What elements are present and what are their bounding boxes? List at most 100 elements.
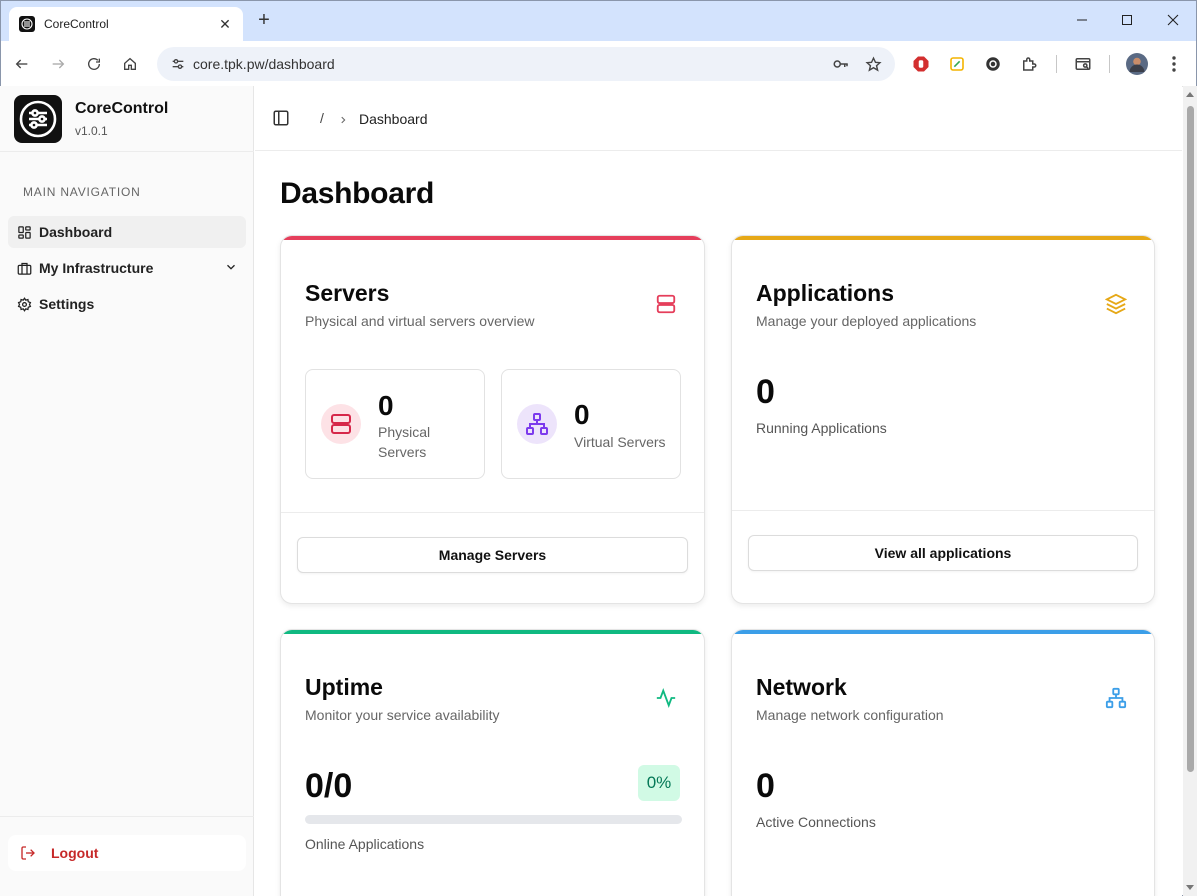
- card-subtitle: Manage your deployed applications: [756, 313, 977, 329]
- scroll-thumb[interactable]: [1187, 106, 1194, 772]
- network-tree-icon: [1104, 686, 1128, 710]
- uptime-card: Uptime Monitor your service availability…: [280, 629, 705, 896]
- site-info-icon[interactable]: [163, 56, 193, 72]
- uptime-percent-badge: 0%: [638, 765, 680, 801]
- scroll-up-icon[interactable]: [1186, 92, 1194, 97]
- active-connections-count: 0: [756, 767, 775, 805]
- forward-button[interactable]: [46, 52, 70, 76]
- profile-avatar[interactable]: [1126, 53, 1148, 75]
- tab-strip: CoreControl ✕ +: [1, 1, 1196, 41]
- tab-title: CoreControl: [44, 17, 109, 31]
- activity-icon: [654, 686, 678, 710]
- bookmark-star-icon[interactable]: [857, 55, 889, 73]
- running-applications-label: Running Applications: [756, 420, 887, 436]
- physical-servers-label: Physical Servers: [378, 424, 431, 460]
- server-icon: [321, 404, 361, 444]
- page-title: Dashboard: [280, 177, 434, 210]
- scroll-down-icon[interactable]: [1186, 885, 1194, 890]
- servers-card: Servers Physical and virtual servers ove…: [280, 235, 705, 604]
- new-tab-button[interactable]: +: [253, 9, 275, 31]
- logout-icon: [20, 845, 36, 861]
- physical-servers-stat: 0 Physical Servers: [305, 369, 485, 479]
- nav-heading: MAIN NAVIGATION: [23, 185, 141, 199]
- sidebar-item-dashboard[interactable]: Dashboard: [8, 216, 246, 248]
- card-divider: [281, 512, 704, 513]
- color-picker-extension-icon[interactable]: [946, 53, 968, 75]
- toolbar-separator: [1056, 55, 1057, 73]
- tab-close-icon[interactable]: ✕: [217, 16, 233, 33]
- password-key-icon[interactable]: [825, 55, 857, 73]
- adblock-extension-icon[interactable]: [910, 53, 932, 75]
- network-tree-icon: [517, 404, 557, 444]
- view-all-applications-button[interactable]: View all applications: [748, 535, 1138, 571]
- tab-search-icon[interactable]: [1072, 53, 1094, 75]
- sidebar-item-settings[interactable]: Settings: [8, 288, 246, 320]
- breadcrumb-current: Dashboard: [359, 111, 428, 127]
- physical-servers-count: 0: [378, 390, 394, 421]
- app-favicon-icon: [19, 16, 35, 32]
- sidebar-item-label: Dashboard: [39, 224, 113, 240]
- card-accent-bar: [732, 236, 1154, 240]
- card-divider: [732, 510, 1154, 511]
- puzzle-extensions-icon[interactable]: [1018, 53, 1040, 75]
- browser-menu-icon[interactable]: [1163, 53, 1185, 75]
- uptime-progress-bar: [305, 815, 682, 824]
- chevron-down-icon[interactable]: [224, 260, 238, 277]
- active-connections-label: Active Connections: [756, 814, 876, 830]
- brand-name: CoreControl: [75, 100, 169, 117]
- sidebar-toggle-button[interactable]: [272, 109, 290, 127]
- sidebar-item-label: My Infrastructure: [39, 260, 154, 276]
- card-accent-bar: [281, 630, 704, 634]
- sidebar-item-my-infrastructure[interactable]: My Infrastructure: [8, 252, 246, 284]
- card-title: Network: [756, 674, 847, 700]
- running-applications-count: 0: [756, 373, 775, 411]
- url-text: core.tpk.pw/dashboard: [193, 56, 335, 72]
- back-button[interactable]: [10, 52, 34, 76]
- breadcrumb-separator: /: [320, 110, 324, 126]
- toolbar-separator: [1109, 55, 1110, 73]
- gear-icon: [16, 296, 32, 312]
- logout-label: Logout: [51, 845, 99, 861]
- browser-toolbar: core.tpk.pw/dashboard: [1, 41, 1196, 87]
- card-title: Applications: [756, 280, 895, 306]
- home-button[interactable]: [118, 52, 142, 76]
- brand[interactable]: CoreControl v1.0.1: [14, 95, 168, 143]
- network-card: Network Manage network configuration 0 A…: [731, 629, 1155, 896]
- card-title: Uptime: [305, 674, 383, 700]
- sidebar-item-label: Settings: [39, 296, 95, 312]
- grid-icon: [16, 224, 32, 240]
- card-subtitle: Monitor your service availability: [305, 707, 500, 723]
- sun-extension-icon[interactable]: [982, 53, 1004, 75]
- brand-divider: [0, 151, 254, 152]
- briefcase-icon: [16, 260, 32, 276]
- virtual-servers-stat: 0 Virtual Servers: [501, 369, 681, 479]
- panel-left-icon: [273, 110, 289, 126]
- top-bar: / Dashboard: [255, 86, 1182, 151]
- sidebar-footer-divider: [0, 816, 254, 817]
- server-icon: [654, 292, 678, 316]
- maximize-button[interactable]: [1112, 7, 1142, 33]
- browser-tab[interactable]: CoreControl ✕: [9, 7, 243, 41]
- manage-servers-button[interactable]: Manage Servers: [297, 537, 688, 573]
- card-accent-bar: [732, 630, 1154, 634]
- online-applications-label: Online Applications: [305, 836, 425, 852]
- brand-version: v1.0.1: [75, 124, 108, 138]
- applications-card: Applications Manage your deployed applic…: [731, 235, 1155, 604]
- virtual-servers-label: Virtual Servers: [574, 434, 666, 450]
- reload-button[interactable]: [82, 52, 106, 76]
- minimize-button[interactable]: [1067, 7, 1097, 33]
- card-subtitle: Manage network configuration: [756, 707, 944, 723]
- virtual-servers-count: 0: [574, 399, 590, 430]
- breadcrumb-chevron-icon: [338, 112, 348, 130]
- uptime-count: 0/0: [305, 767, 353, 805]
- card-accent-bar: [281, 236, 704, 240]
- layers-icon: [1104, 292, 1128, 316]
- address-bar[interactable]: core.tpk.pw/dashboard: [157, 47, 895, 81]
- logout-button[interactable]: Logout: [8, 835, 246, 871]
- page-scrollbar[interactable]: [1183, 86, 1197, 896]
- card-subtitle: Physical and virtual servers overview: [305, 313, 535, 329]
- sidebar: CoreControl v1.0.1 MAIN NAVIGATION Dashb…: [0, 86, 254, 896]
- close-window-button[interactable]: [1158, 7, 1188, 33]
- corecontrol-logo-icon: [14, 95, 62, 143]
- card-title: Servers: [305, 280, 390, 306]
